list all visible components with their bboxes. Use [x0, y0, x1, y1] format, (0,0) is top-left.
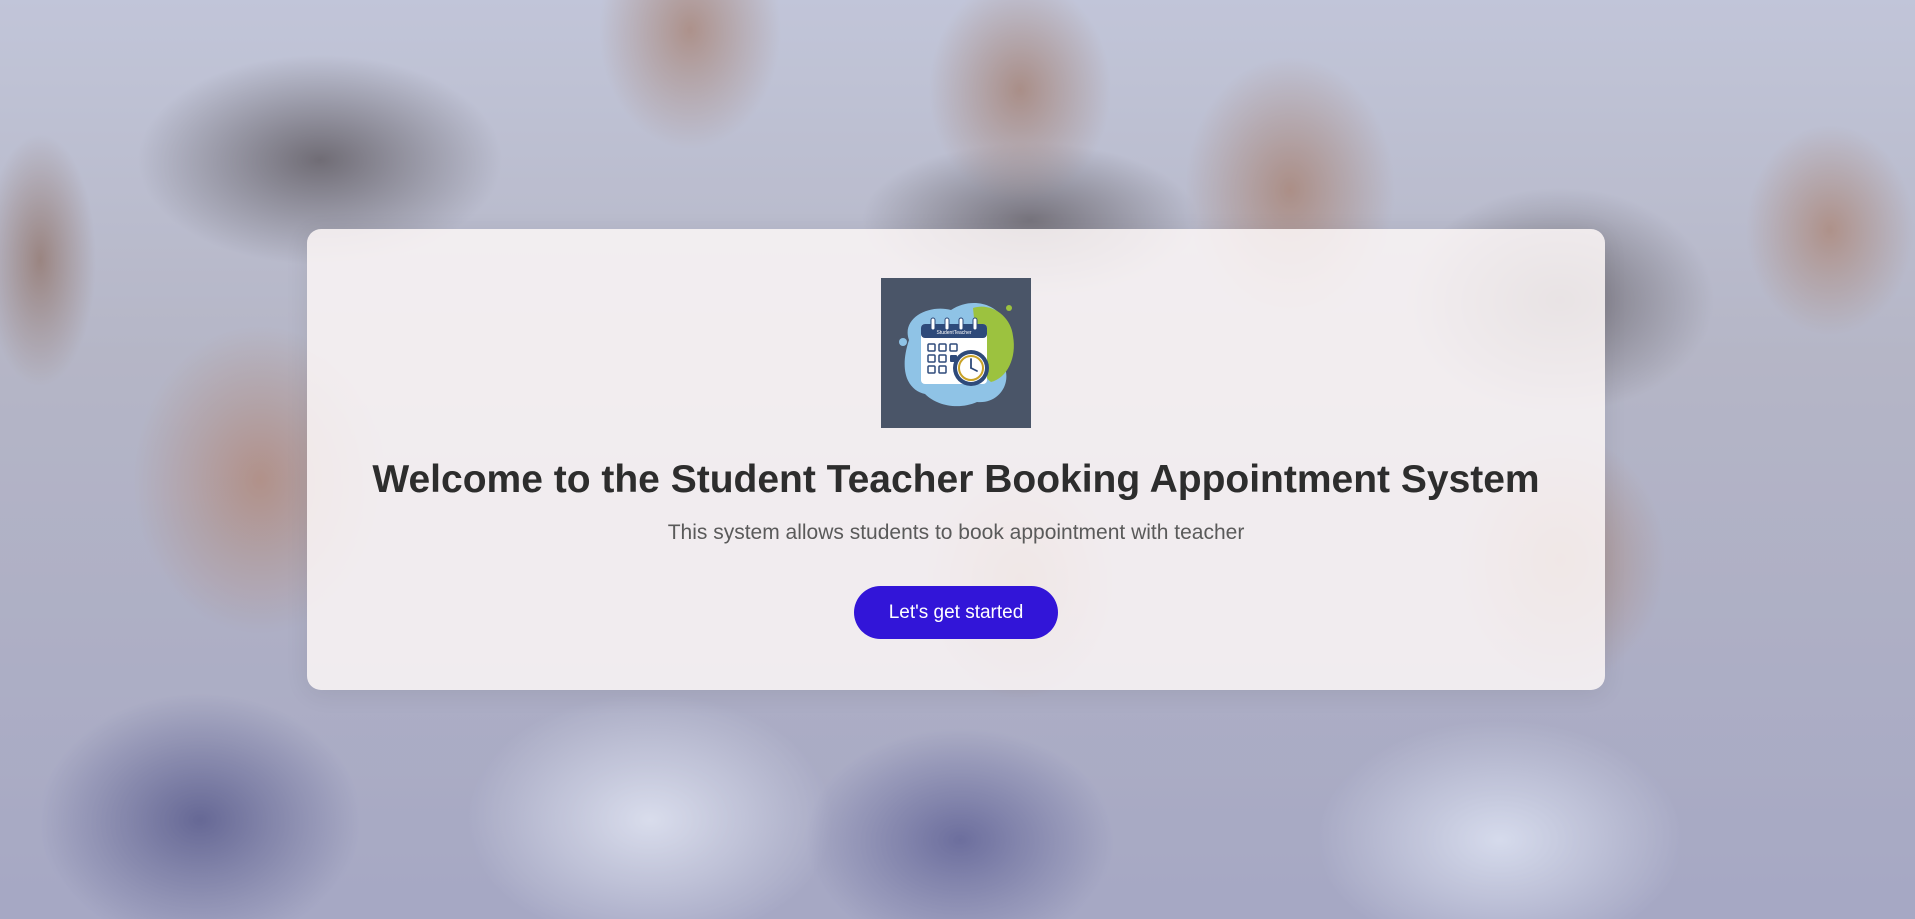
app-logo: StudentTeacher [881, 278, 1031, 428]
calendar-clock-icon: StudentTeacher [881, 278, 1031, 428]
welcome-card: StudentTeacher Welcome to the Student Te… [307, 229, 1605, 690]
landing-page: StudentTeacher Welcome to the Student Te… [0, 0, 1915, 919]
logo-text: StudentTeacher [936, 330, 971, 336]
get-started-button[interactable]: Let's get started [854, 586, 1058, 639]
page-title: Welcome to the Student Teacher Booking A… [372, 458, 1540, 501]
page-subtitle: This system allows students to book appo… [667, 521, 1245, 544]
